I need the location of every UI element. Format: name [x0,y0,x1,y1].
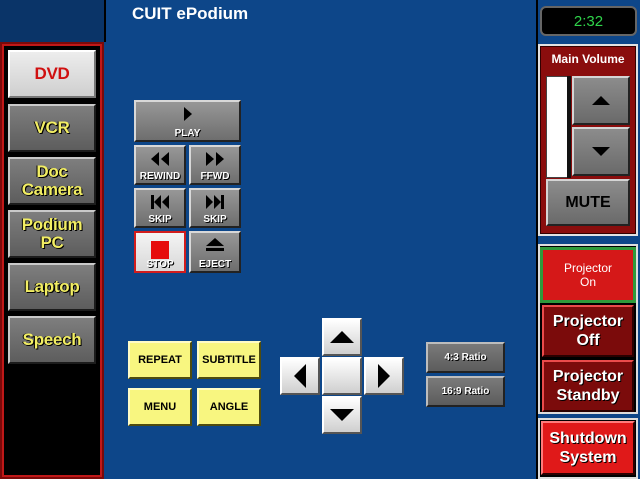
skip-forward-label: SKIP [203,214,227,225]
repeat-button[interactable]: REPEAT [128,341,192,379]
angle-label: ANGLE [209,401,249,413]
source-label: DVD [34,64,70,83]
mute-label: MUTE [565,193,611,211]
projector-off-label: Projector Off [552,313,624,349]
shutdown-label: Shutdown System [549,430,627,466]
fast-forward-icon [206,152,224,166]
projector-standby-button[interactable]: Projector Standby [542,360,634,412]
volume-up-button[interactable] [572,76,630,125]
subtitle-label: SUBTITLE [202,354,256,366]
arrow-left-icon [294,364,306,388]
volume-up-icon [592,96,610,105]
rewind-button[interactable]: REWIND [134,145,186,185]
skip-forward-button[interactable]: SKIP [189,188,241,228]
projector-on-button[interactable]: Projector On [540,247,636,303]
play-button[interactable]: PLAY [134,100,241,142]
ratio-16-9-label: 16:9 Ratio [441,386,490,397]
skip-back-button[interactable]: SKIP [134,188,186,228]
source-label: Speech [22,330,82,349]
stop-button[interactable]: STOP [134,231,186,273]
skip-forward-icon [206,195,224,209]
rewind-label: REWIND [139,171,181,182]
eject-label: EJECT [198,259,232,270]
eject-button[interactable]: EJECT [189,231,241,273]
ratio-16-9-button[interactable]: 16:9 Ratio [426,376,505,407]
ratio-4-3-label: 4:3 Ratio [444,352,487,363]
skip-back-icon [151,195,169,209]
nav-up-button[interactable] [322,318,362,356]
rewind-icon [151,152,169,166]
eject-icon [206,238,224,251]
header-left-bar [0,0,106,42]
projector-off-button[interactable]: Projector Off [542,305,634,357]
arrow-right-icon [378,364,390,388]
source-podium-pc-button[interactable]: Podium PC [8,210,96,258]
menu-label: MENU [143,401,177,413]
ratio-4-3-button[interactable]: 4:3 Ratio [426,342,505,373]
app-title: CUIT ePodium [132,4,249,23]
source-label: Podium PC [21,215,83,252]
arrow-down-icon [330,409,354,421]
shutdown-system-button[interactable]: Shutdown System [541,421,635,475]
nav-left-button[interactable] [280,357,320,395]
mute-button[interactable]: MUTE [546,179,630,226]
nav-down-button[interactable] [322,396,362,434]
source-laptop-button[interactable]: Laptop [8,263,96,311]
arrow-up-icon [330,331,354,343]
menu-button[interactable]: MENU [128,388,192,426]
source-label: VCR [34,118,70,137]
ffwd-button[interactable]: FFWD [189,145,241,185]
projector-on-label: Projector On [563,261,613,289]
nav-select-button[interactable] [322,357,362,395]
play-label: PLAY [174,128,201,139]
volume-title: Main Volume [551,52,625,66]
source-label: Laptop [24,277,80,296]
source-speech-button[interactable]: Speech [8,316,96,364]
volume-down-icon [592,147,610,156]
play-icon [183,107,192,121]
source-label: Doc Camera [21,162,83,199]
clock-display: 2:32 [540,6,637,36]
subtitle-button[interactable]: SUBTITLE [197,341,261,379]
projector-standby-label: Projector Standby [552,368,624,404]
angle-button[interactable]: ANGLE [197,388,261,426]
source-doc-camera-button[interactable]: Doc Camera [8,157,96,205]
nav-right-button[interactable] [364,357,404,395]
stop-label: STOP [146,259,174,270]
source-vcr-button[interactable]: VCR [8,104,96,152]
repeat-label: REPEAT [138,354,182,366]
skip-back-label: SKIP [148,214,172,225]
ffwd-label: FFWD [200,171,230,182]
source-dvd-button[interactable]: DVD [8,50,96,98]
volume-bar-divider [567,76,571,178]
volume-down-button[interactable] [572,127,630,176]
stop-icon [151,241,169,259]
